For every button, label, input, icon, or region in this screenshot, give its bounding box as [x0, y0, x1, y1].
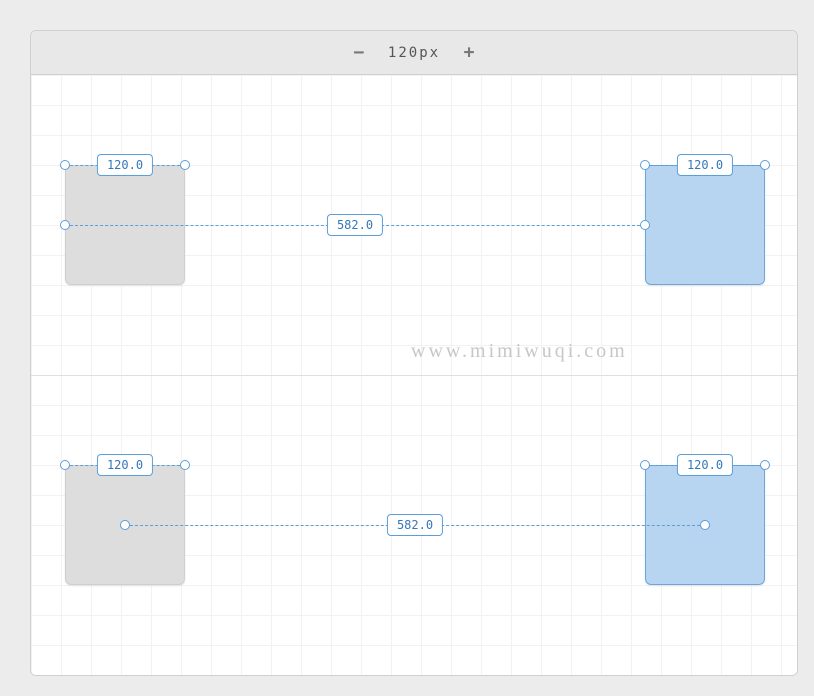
canvas[interactable]: 120.0 120.0 582.0 www.mimiwuqi.com 120.0… — [31, 75, 797, 675]
marker-bottom-left-a[interactable] — [60, 460, 70, 470]
zoom-in-button[interactable]: + — [458, 42, 480, 64]
marker-gap-top-b[interactable] — [640, 220, 650, 230]
size-label: 120px — [388, 45, 440, 61]
box-blue-top[interactable] — [645, 165, 765, 285]
marker-bottom-left-b[interactable] — [180, 460, 190, 470]
layout-panel: − 120px + 120.0 120.0 582.0 www.mimiwuqi… — [30, 30, 798, 676]
badge-gap-top: 582.0 — [327, 214, 383, 236]
plus-icon: + — [464, 42, 475, 63]
badge-width-top-right: 120.0 — [677, 154, 733, 176]
marker-bottom-right-a[interactable] — [640, 460, 650, 470]
marker-bottom-right-b[interactable] — [760, 460, 770, 470]
marker-top-left-a[interactable] — [60, 160, 70, 170]
badge-width-bottom-left: 120.0 — [97, 454, 153, 476]
marker-top-right-a[interactable] — [640, 160, 650, 170]
marker-gap-top-a[interactable] — [60, 220, 70, 230]
marker-top-left-b[interactable] — [180, 160, 190, 170]
section-divider — [31, 375, 797, 376]
marker-top-right-b[interactable] — [760, 160, 770, 170]
badge-width-top-left: 120.0 — [97, 154, 153, 176]
zoom-out-button[interactable]: − — [348, 42, 370, 64]
marker-gap-bottom-b[interactable] — [700, 520, 710, 530]
badge-gap-bottom: 582.0 — [387, 514, 443, 536]
watermark: www.mimiwuqi.com — [411, 340, 628, 363]
badge-width-bottom-right: 120.0 — [677, 454, 733, 476]
marker-gap-bottom-a[interactable] — [120, 520, 130, 530]
minus-icon: − — [354, 42, 365, 63]
toolbar: − 120px + — [31, 31, 797, 75]
